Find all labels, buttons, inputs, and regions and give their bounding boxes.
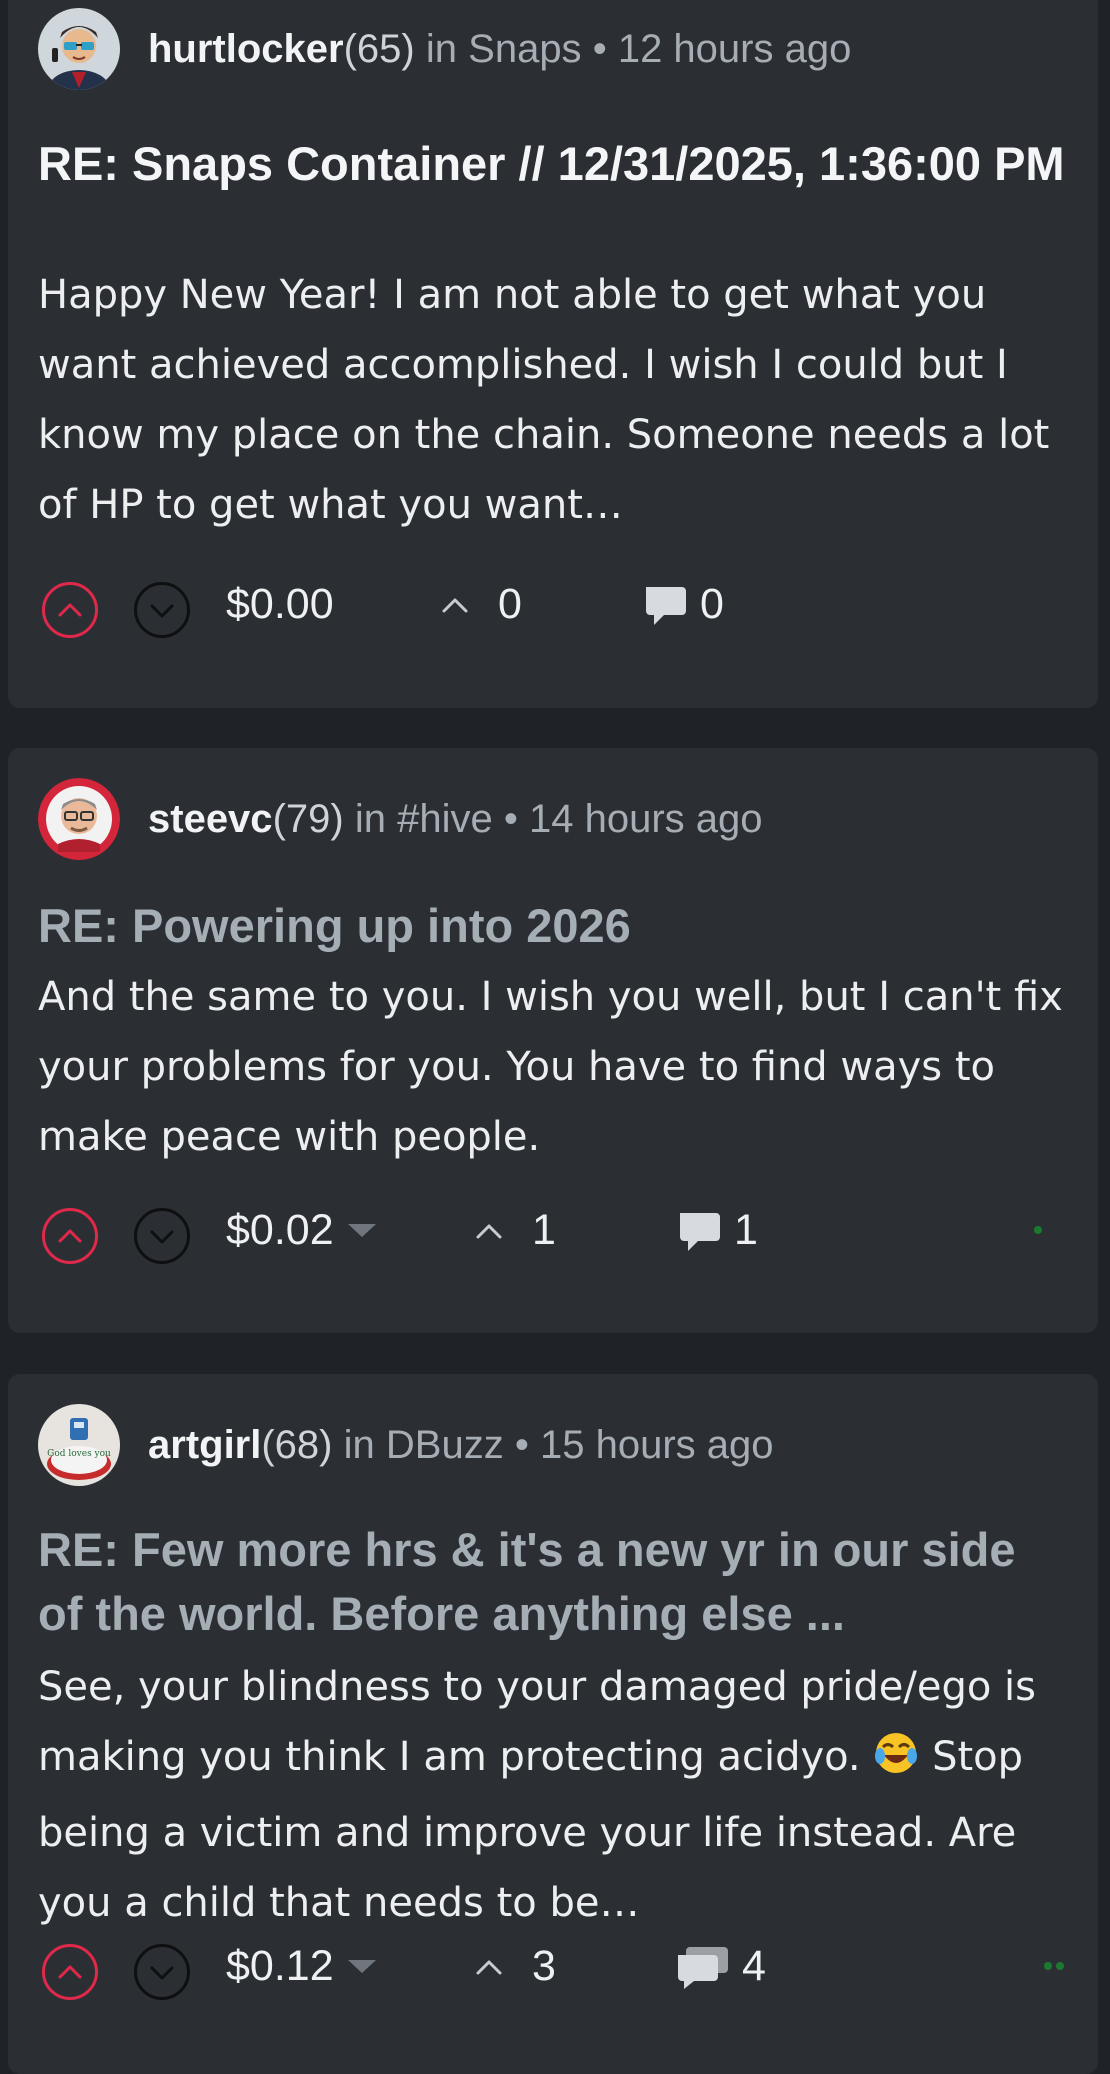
post-time: 15 hours ago: [539, 1422, 774, 1467]
vote-count[interactable]: 3: [474, 1942, 556, 1991]
online-indicator: [1034, 1226, 1042, 1234]
post-meta: steevc(79) in #hive • 14 hours ago: [148, 797, 763, 842]
avatar[interactable]: [38, 778, 120, 860]
chevron-down-icon: [150, 604, 174, 618]
vote-count[interactable]: 1: [474, 1206, 556, 1255]
payout-dropdown-icon[interactable]: [347, 1960, 376, 1973]
author-reputation: (68): [261, 1422, 333, 1467]
chevron-up-icon: [58, 603, 82, 617]
online-dot: [1044, 1962, 1052, 1970]
downvote-button[interactable]: [134, 1208, 190, 1264]
post-title[interactable]: RE: Few more hrs & it's a new yr in our …: [38, 1518, 1068, 1646]
online-dot: [1056, 1962, 1064, 1970]
post-card[interactable]: hurtlocker(65) in Snaps • 12 hours ago R…: [8, 0, 1098, 708]
post-card[interactable]: God loves you artgirl(68) in DBuzz • 15 …: [8, 1374, 1098, 2074]
chevron-up-icon: [58, 1229, 82, 1243]
meta-separator: •: [592, 26, 607, 71]
upvote-button[interactable]: [42, 1208, 98, 1264]
chevron-down-icon: [150, 1230, 174, 1244]
meta-separator: •: [514, 1422, 529, 1467]
post-meta: artgirl(68) in DBuzz • 15 hours ago: [148, 1423, 773, 1468]
post-header: steevc(79) in #hive • 14 hours ago: [38, 778, 763, 860]
upvote-button[interactable]: [42, 582, 98, 638]
post-card[interactable]: steevc(79) in #hive • 14 hours ago RE: P…: [8, 748, 1098, 1333]
comment-bubble-icon: [680, 1212, 720, 1251]
avatar[interactable]: God loves you: [38, 1404, 120, 1486]
vote-count-value: 0: [498, 580, 522, 628]
author-reputation: (65): [343, 26, 415, 71]
post-actions: $0.00 0 0: [38, 578, 1088, 642]
chevron-down-icon: [150, 1966, 174, 1980]
community-prefix: in: [354, 796, 386, 841]
community-link[interactable]: DBuzz: [386, 1423, 504, 1467]
comment-count[interactable]: 1: [674, 1206, 758, 1255]
vote-count-value: 1: [532, 1206, 556, 1254]
comment-count-value: 0: [700, 580, 724, 628]
vote-count-value: 3: [532, 1942, 556, 1990]
post-header: God loves you artgirl(68) in DBuzz • 15 …: [38, 1404, 773, 1486]
svg-text:God loves you: God loves you: [47, 1449, 111, 1459]
community-prefix: in: [425, 26, 458, 71]
community-prefix: in: [343, 1422, 375, 1467]
post-title[interactable]: RE: Snaps Container // 12/31/2025, 1:36:…: [38, 132, 1068, 196]
payout-amount[interactable]: $0.02: [226, 1206, 376, 1255]
downvote-button[interactable]: [134, 1944, 190, 2000]
comment-count-value: 1: [734, 1206, 758, 1254]
author-name[interactable]: hurtlocker: [148, 27, 344, 71]
post-meta: hurtlocker(65) in Snaps • 12 hours ago: [148, 27, 851, 72]
comment-bubble-icon: [646, 586, 686, 625]
post-time: 12 hours ago: [617, 26, 852, 71]
post-actions: $0.02 1 1: [38, 1204, 1088, 1268]
downvote-button[interactable]: [134, 582, 190, 638]
caret-up-icon: [476, 1960, 502, 1974]
comment-multiple-icon: [678, 1946, 728, 1989]
post-body[interactable]: Happy New Year! I am not able to get wha…: [38, 260, 1083, 540]
author-name[interactable]: steevc: [148, 797, 273, 841]
activity-feed: hurtlocker(65) in Snaps • 12 hours ago R…: [0, 0, 1110, 2074]
comment-count[interactable]: 4: [674, 1942, 766, 1991]
meta-separator: •: [503, 796, 518, 841]
caret-up-icon: [442, 598, 468, 612]
payout-dropdown-icon[interactable]: [347, 1224, 376, 1237]
payout-amount[interactable]: $0.00: [226, 580, 334, 629]
comment-count-value: 4: [742, 1942, 766, 1990]
online-indicator: [1044, 1962, 1064, 1970]
payout-amount[interactable]: $0.12: [226, 1942, 376, 1991]
upvote-button[interactable]: [42, 1944, 98, 2000]
community-link[interactable]: Snaps: [468, 27, 581, 71]
community-link[interactable]: #hive: [397, 797, 493, 841]
post-header: hurtlocker(65) in Snaps • 12 hours ago: [38, 8, 851, 90]
author-name[interactable]: artgirl: [148, 1423, 261, 1467]
author-reputation: (79): [272, 796, 344, 841]
avatar[interactable]: [38, 8, 120, 90]
comment-count[interactable]: 0: [640, 580, 724, 629]
vote-count[interactable]: 0: [440, 580, 522, 629]
post-title[interactable]: RE: Powering up into 2026: [38, 894, 1068, 958]
online-dot: [1034, 1226, 1042, 1234]
caret-up-icon: [476, 1224, 502, 1238]
post-time: 14 hours ago: [528, 796, 763, 841]
post-actions: $0.12 3 4: [38, 1940, 1088, 2004]
face-with-tears-of-joy-emoji: [873, 1728, 919, 1798]
post-body[interactable]: And the same to you. I wish you well, bu…: [38, 962, 1083, 1172]
post-body[interactable]: See, your blindness to your damaged prid…: [38, 1652, 1083, 1938]
chevron-up-icon: [58, 1965, 82, 1979]
